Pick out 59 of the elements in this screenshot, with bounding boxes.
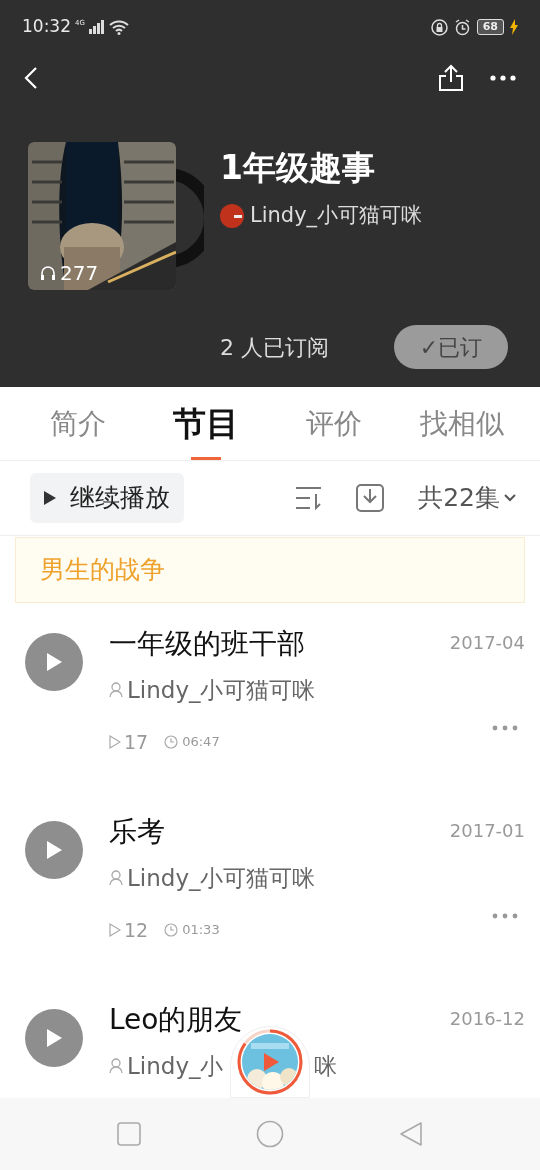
play-count: 277 xyxy=(60,260,99,287)
episode-title[interactable]: 一年级的班干部 xyxy=(109,627,305,661)
episode-author: Lindy_小 xyxy=(127,1052,224,1081)
episode-author: 咪 xyxy=(313,1052,337,1081)
subscriber-count: 2 人已订阅 xyxy=(220,333,329,362)
episode-date: 2016-12 xyxy=(449,1007,525,1031)
person-icon xyxy=(109,870,123,887)
headphones-icon xyxy=(40,265,56,281)
last-played-title: 男生的战争 xyxy=(40,554,165,587)
more-options-icon[interactable] xyxy=(492,913,518,919)
person-icon xyxy=(109,1058,123,1075)
episode-plays: 12 xyxy=(124,917,149,943)
play-count-icon xyxy=(109,734,121,749)
share-icon[interactable] xyxy=(438,64,464,92)
clock-icon xyxy=(164,734,179,749)
episode-date: 2017-04 xyxy=(449,631,525,655)
tab[interactable]: 找相似 xyxy=(398,387,526,460)
play-icon xyxy=(45,840,63,860)
episode-duration: 01:33 xyxy=(182,921,220,939)
episode-plays: 17 xyxy=(124,729,149,755)
play-icon xyxy=(45,1028,63,1048)
wifi-icon xyxy=(108,19,129,35)
alarm-icon xyxy=(453,18,471,36)
continue-play-button[interactable]: 继续播放 xyxy=(30,473,184,523)
episode-author: Lindy_小可猫可咪 xyxy=(127,676,316,705)
play-count-icon xyxy=(109,922,121,937)
episode-count-dropdown[interactable]: 共22集 xyxy=(418,479,516,517)
person-icon xyxy=(109,682,123,699)
play-button[interactable] xyxy=(25,633,83,691)
episode-title[interactable]: 乐考 xyxy=(109,815,165,849)
caret-icon xyxy=(504,494,516,502)
tab[interactable]: 节目 xyxy=(142,387,270,460)
clock-icon xyxy=(164,922,179,937)
status-time: 10:32 xyxy=(22,15,71,39)
tab[interactable]: 简介 xyxy=(14,387,142,460)
play-button[interactable] xyxy=(25,1009,83,1067)
play-icon xyxy=(264,1053,279,1071)
album-title: 1年级趣事 xyxy=(220,147,376,189)
sort-icon[interactable] xyxy=(296,486,323,510)
episode-date: 2017-01 xyxy=(449,819,525,843)
home-button[interactable] xyxy=(256,1120,284,1148)
lock-rotation-icon xyxy=(430,18,448,36)
more-options-icon[interactable] xyxy=(492,725,518,731)
episode-duration: 06:47 xyxy=(182,733,220,751)
more-icon[interactable] xyxy=(490,75,516,81)
episode-title[interactable]: Leo的朋友 xyxy=(109,1003,243,1037)
recent-apps-button[interactable] xyxy=(117,1122,142,1146)
battery-level: 68 xyxy=(476,19,504,35)
play-button[interactable] xyxy=(25,821,83,879)
author-avatar xyxy=(220,203,244,228)
subscribe-button[interactable]: ✓已订 xyxy=(394,325,508,369)
signal-icon xyxy=(88,20,105,34)
episode-author: Lindy_小可猫可咪 xyxy=(127,864,316,893)
play-icon xyxy=(44,491,56,505)
play-icon xyxy=(45,652,63,672)
tab[interactable]: 评价 xyxy=(270,387,398,460)
download-icon[interactable] xyxy=(356,484,385,512)
author-name: Lindy_小可猫可咪 xyxy=(250,202,423,230)
back-nav-button[interactable] xyxy=(398,1121,423,1147)
